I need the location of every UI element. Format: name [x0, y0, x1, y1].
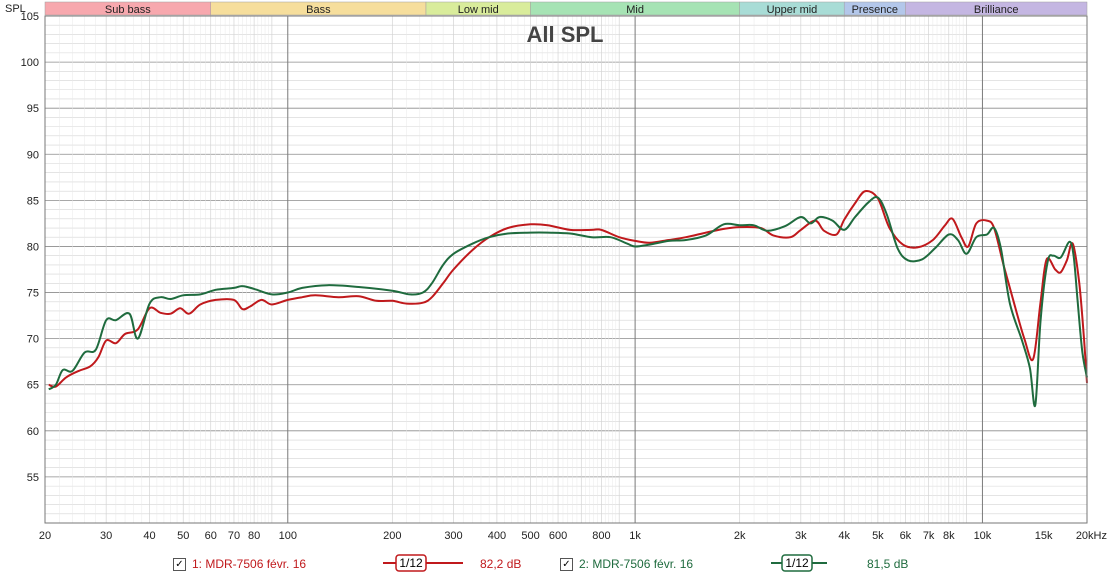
band-label: Mid — [626, 4, 644, 16]
y-tick-label: 55 — [27, 472, 39, 484]
x-tick-label: 500 — [521, 530, 539, 542]
x-tick-label: 4k — [838, 530, 850, 542]
legend: ✓ 1: MDR-7506 févr. 16 1/12 82,2 dB ✓ 2:… — [0, 553, 1110, 577]
x-tick-label: 600 — [549, 530, 567, 542]
y-tick-label: 65 — [27, 380, 39, 392]
series-2-level: 81,5 dB — [867, 557, 909, 571]
series-1-smoothing: 1/12 — [399, 556, 423, 570]
x-tick-label: 70 — [228, 530, 240, 542]
x-tick-label: 200 — [383, 530, 401, 542]
y-tick-label: 80 — [27, 241, 39, 253]
band-label: Bass — [306, 4, 331, 16]
legend-item-series-1[interactable]: ✓ 1: MDR-7506 févr. 16 — [173, 557, 306, 571]
x-tick-label: 10k — [974, 530, 992, 542]
series-2-smoothing-control[interactable]: 1/12 — [771, 554, 851, 572]
chart-title: All SPL — [526, 22, 603, 47]
x-tick-label: 6k — [900, 530, 912, 542]
y-tick-label: 105 — [21, 11, 39, 23]
series-1-label: 1: MDR-7506 févr. 16 — [192, 557, 307, 571]
x-tick-label: 800 — [592, 530, 610, 542]
x-axis-ticks: 20 30 40 50 60 70 80 100 200 300 400 500 600 800 1k 2k 3… — [39, 530, 1107, 542]
series-1-level: 82,2 dB — [480, 557, 522, 571]
y-tick-label: 100 — [21, 57, 39, 69]
x-tick-label: 60 — [205, 530, 217, 542]
y-tick-label: 75 — [27, 288, 39, 300]
x-tick-label: 100 — [279, 530, 297, 542]
x-tick-label: 1k — [629, 530, 641, 542]
y-tick-label: 70 — [27, 334, 39, 346]
series-1-smoothing-control[interactable]: 1/12 — [383, 554, 463, 572]
x-tick-label: 8k — [943, 530, 955, 542]
y-tick-label: 85 — [27, 195, 39, 207]
legend-item-series-2[interactable]: ✓ 2: MDR-7506 févr. 16 — [560, 557, 693, 571]
y-tick-label: 95 — [27, 103, 39, 115]
series-2-checkbox[interactable]: ✓ — [560, 557, 573, 571]
spl-chart[interactable]: Sub bass Bass Low mid Mid Upper mid Presence B… — [0, 0, 1110, 553]
x-tick-label: 30 — [100, 530, 112, 542]
x-tick-label: 5k — [872, 530, 884, 542]
band-label: Upper mid — [767, 4, 818, 16]
x-tick-label: 20 — [39, 530, 51, 542]
y-axis-ticks: 105 100 95 90 85 80 75 70 65 60 55 — [21, 11, 39, 484]
x-tick-label: 400 — [488, 530, 506, 542]
band-label: Presence — [852, 4, 898, 16]
band-label: Brilliance — [974, 4, 1019, 16]
series-2-label: 2: MDR-7506 févr. 16 — [579, 557, 694, 571]
x-tick-label: 3k — [795, 530, 807, 542]
x-tick-label: 50 — [177, 530, 189, 542]
band-label: Sub bass — [105, 4, 151, 16]
series-1-checkbox[interactable]: ✓ — [173, 557, 186, 571]
x-tick-label: 2k — [734, 530, 746, 542]
y-tick-label: 60 — [27, 426, 39, 438]
x-tick-label: 40 — [143, 530, 155, 542]
x-tick-label: 300 — [444, 530, 462, 542]
x-tick-label: 80 — [248, 530, 260, 542]
series-2-smoothing: 1/12 — [785, 556, 809, 570]
frequency-bands: Sub bass Bass Low mid Mid Upper mid Presence B… — [44, 1, 1088, 16]
x-tick-label: 15k — [1035, 530, 1053, 542]
x-tick-label: 7k — [923, 530, 935, 542]
x-tick-label: 20kHz — [1076, 530, 1107, 542]
plot-area[interactable] — [45, 16, 1087, 523]
y-tick-label: 90 — [27, 149, 39, 161]
band-label: Low mid — [458, 4, 499, 16]
